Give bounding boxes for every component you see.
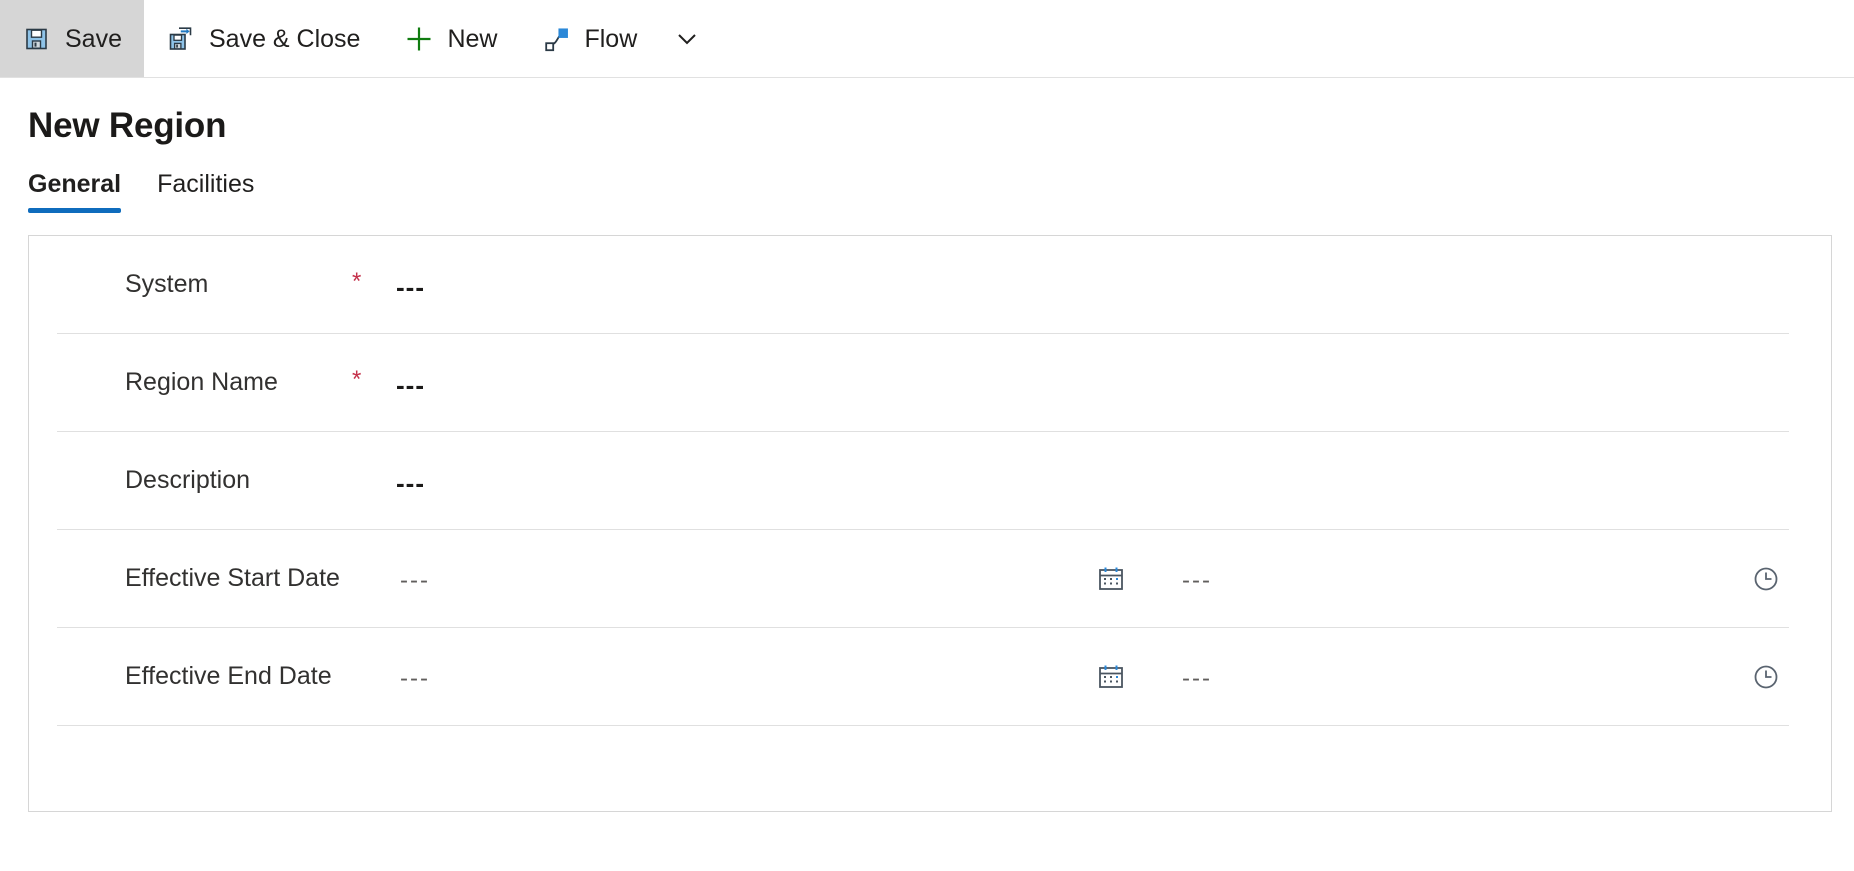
page-title: New Region — [28, 106, 227, 145]
form-row-description: Description * --- — [57, 432, 1789, 530]
general-tab-form-panel: System * --- Region Name * --- Descripti… — [28, 235, 1832, 812]
form-row-system: System * --- — [57, 236, 1789, 334]
field-value-effective-start-date[interactable]: --- — [400, 567, 430, 595]
field-label-system: System — [125, 270, 209, 298]
field-value-region-name[interactable]: --- — [396, 370, 425, 401]
tab-facilities[interactable]: Facilities — [139, 172, 272, 213]
new-button-label: New — [447, 25, 498, 53]
flow-button[interactable]: Flow — [519, 0, 659, 77]
save-and-close-icon — [166, 24, 196, 54]
required-indicator-system: * — [352, 267, 362, 295]
clock-icon[interactable] — [1751, 662, 1781, 692]
chevron-down-icon — [672, 24, 702, 54]
field-label-effective-end-date: Effective End Date — [125, 662, 332, 690]
required-indicator-region-name: * — [352, 365, 362, 393]
tab-strip: General Facilities — [0, 146, 1854, 213]
form-row-effective-end-date: Effective End Date * --- — [57, 628, 1789, 726]
field-label-effective-start-date: Effective Start Date — [125, 564, 340, 592]
tab-facilities-label: Facilities — [157, 170, 255, 198]
field-label-description: Description — [125, 466, 251, 494]
effective-end-date-inputs: --- --- — [382, 662, 1789, 693]
form-rows: System * --- Region Name * --- Descripti… — [29, 236, 1831, 726]
save-button[interactable]: Save — [0, 0, 144, 77]
tab-general[interactable]: General — [28, 172, 139, 213]
save-floppy-icon — [22, 24, 52, 54]
flow-icon — [541, 24, 571, 54]
command-bar: Save Save & Close New Flow — [0, 0, 1854, 78]
field-value-description[interactable]: --- — [396, 468, 425, 499]
save-button-label: Save — [65, 25, 122, 53]
calendar-icon[interactable] — [1096, 662, 1126, 692]
field-value-effective-end-time[interactable]: --- — [1182, 665, 1212, 693]
calendar-icon[interactable] — [1096, 564, 1126, 594]
new-button[interactable]: New — [382, 0, 519, 77]
tab-general-label: General — [28, 170, 122, 198]
form-row-effective-start-date: Effective Start Date * --- — [57, 530, 1789, 628]
field-value-effective-start-time[interactable]: --- — [1182, 567, 1212, 595]
field-label-region-name: Region Name — [125, 368, 278, 396]
overflow-chevron-button[interactable] — [659, 0, 715, 77]
flow-button-label: Flow — [584, 25, 638, 53]
field-value-effective-end-date[interactable]: --- — [400, 665, 430, 693]
plus-icon — [404, 24, 434, 54]
field-value-system[interactable]: --- — [396, 272, 425, 303]
clock-icon[interactable] — [1751, 564, 1781, 594]
save-and-close-button[interactable]: Save & Close — [144, 0, 382, 77]
effective-start-date-inputs: --- --- — [382, 564, 1789, 595]
save-and-close-button-label: Save & Close — [208, 25, 361, 53]
form-row-region-name: Region Name * --- — [57, 334, 1789, 432]
